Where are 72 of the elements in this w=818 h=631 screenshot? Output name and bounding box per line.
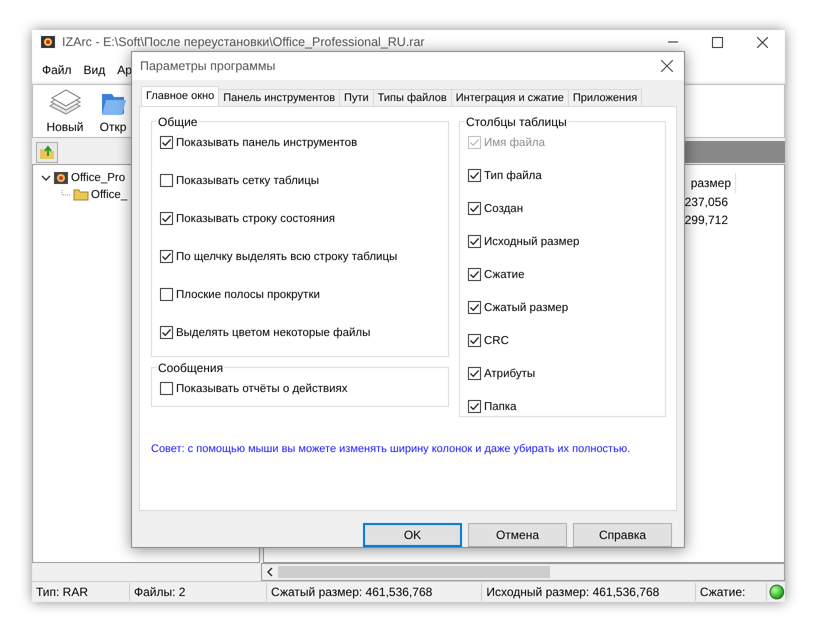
checkbox[interactable] <box>160 382 173 396</box>
tab[interactable]: Главное окно <box>141 86 220 106</box>
checkbox-label: Атрибуты <box>484 368 536 380</box>
checkbox[interactable] <box>468 268 481 282</box>
dialog-button[interactable]: OK <box>363 523 462 547</box>
toolbar-button[interactable]: Откр <box>96 85 130 137</box>
menu-item[interactable]: Файл <box>36 63 78 77</box>
checkbox-label: Сжатый размер <box>484 302 568 314</box>
maximize-icon <box>712 36 723 48</box>
window-title: IZArc - E:\Soft\После переустановки\Office_Professional_RU.rar <box>62 35 425 49</box>
tab[interactable]: Приложения <box>568 88 642 106</box>
checkbox[interactable] <box>160 212 173 226</box>
status-text: Тип: RAR <box>32 583 130 601</box>
checkbox-label: Плоские полосы прокрутки <box>176 288 320 301</box>
toolbar-button[interactable]: Новый <box>38 85 92 137</box>
chevron-icon[interactable] <box>41 172 51 182</box>
horizontal-scrollbar[interactable] <box>261 563 785 581</box>
checkbox-label: По щелчку выделять всю строку таблицы <box>176 250 398 263</box>
checkbox-label: CRC <box>484 334 509 347</box>
checkbox-label: Создан <box>484 202 524 215</box>
checkbox-label: Сжатие <box>484 268 524 281</box>
app-icon <box>40 35 56 49</box>
scroll-thumb[interactable] <box>278 566 550 578</box>
status-text: Исходный размер: 461,536,768 <box>482 583 696 601</box>
checkbox-label: Выделять цветом некоторые файлы <box>176 326 370 339</box>
checkbox-label: Тип файла <box>484 170 542 182</box>
checkbox[interactable] <box>160 136 173 150</box>
table-cell-text: 299,712 <box>684 212 729 229</box>
checkbox[interactable] <box>468 334 481 348</box>
checkbox-label: Исходный размер <box>484 236 580 248</box>
checkbox-label: Показывать сетку таблицы <box>176 174 320 187</box>
checkbox[interactable] <box>160 250 173 264</box>
status-text: Файлы: 2 <box>130 583 268 601</box>
checkbox[interactable] <box>468 400 481 414</box>
up-folder-button[interactable] <box>36 142 58 162</box>
tip-text: Совет: с помощью мыши вы можете изменять ширину колонок и даже убирать их полностью. <box>151 442 632 455</box>
dialog-title: Параметры программы <box>140 58 276 73</box>
column-header[interactable]: размер <box>690 173 736 193</box>
checkbox[interactable] <box>160 174 173 188</box>
group-title: Общие <box>157 114 198 129</box>
status-ball-icon <box>769 584 785 600</box>
dialog-button[interactable]: Справка <box>573 523 672 547</box>
tree-item[interactable]: Office_ <box>91 188 128 200</box>
status-text: Сжатие: <box>696 583 768 601</box>
status-text: Сжатый размер: 461,536,768 <box>267 583 482 601</box>
archive-icon <box>53 170 69 184</box>
folder-icon <box>73 188 89 201</box>
checkbox-label: Папка <box>484 400 517 413</box>
close-icon <box>661 60 673 72</box>
close-icon <box>757 36 768 48</box>
checkbox[interactable] <box>468 367 481 380</box>
checkbox[interactable] <box>160 326 173 340</box>
scroll-left-icon[interactable] <box>266 567 274 577</box>
checkbox-label: Показывать отчёты о действиях <box>176 382 348 395</box>
dialog-button[interactable]: Отмена <box>468 523 567 547</box>
checkbox[interactable] <box>160 288 173 302</box>
tab[interactable]: Типы файлов <box>372 88 452 106</box>
checkbox-label: Показывать строку состояния <box>176 212 336 225</box>
checkbox-label: Имя файла <box>484 136 545 149</box>
group-title: Столбцы таблицы <box>465 114 568 129</box>
menu-item[interactable]: Вид <box>78 63 112 77</box>
checkbox[interactable] <box>468 301 481 314</box>
group-title: Сообщения <box>157 360 224 375</box>
checkbox[interactable] <box>468 169 481 182</box>
checkbox[interactable] <box>468 202 481 216</box>
tab[interactable]: Пути <box>339 88 374 106</box>
checkbox-label: Показывать панель инструментов <box>176 136 358 149</box>
table-cell-text: 237,056 <box>684 194 729 211</box>
tree-item[interactable]: Office_Pro <box>71 172 126 184</box>
tab[interactable]: Панель инструментов <box>218 88 340 106</box>
checkbox[interactable] <box>468 235 481 248</box>
tab[interactable]: Интеграция и сжатие <box>450 88 569 106</box>
